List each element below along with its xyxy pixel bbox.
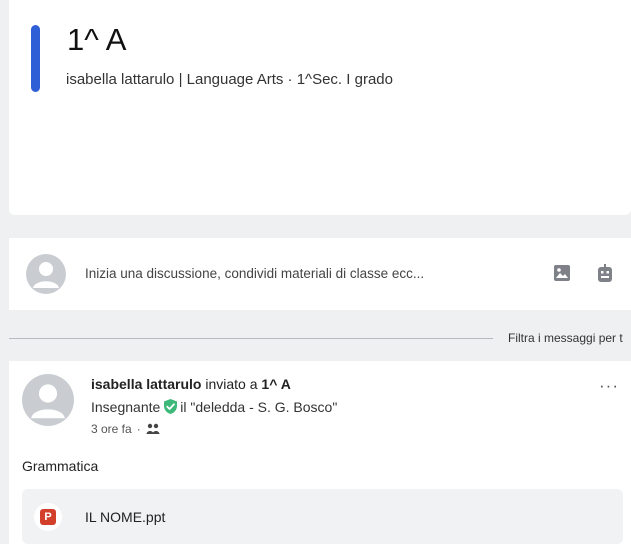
author-role: Insegnante — [91, 398, 161, 415]
post-time: 3 ore fa — [91, 422, 132, 436]
post-target[interactable]: 1^ A — [261, 376, 290, 392]
post-role-line: Insegnante il "deledda - S. G. Bosco" — [91, 398, 337, 415]
user-avatar — [26, 254, 66, 294]
filter-messages-link[interactable]: Filtra i messaggi per t — [508, 331, 623, 345]
image-icon[interactable] — [552, 263, 572, 283]
more-options-icon[interactable]: ··· — [599, 376, 619, 396]
class-subtitle: isabella lattarulo | Language Arts · 1^S… — [66, 71, 393, 88]
attachment-name[interactable]: IL NOME.ppt — [85, 509, 165, 525]
post-composer[interactable]: Inizia una discussione, condividi materi… — [9, 238, 631, 310]
robot-icon[interactable] — [595, 263, 615, 283]
author-school: il "deledda - S. G. Bosco" — [180, 398, 338, 415]
filter-divider — [9, 338, 493, 339]
post-text: Grammatica — [22, 458, 99, 474]
powerpoint-icon: P — [40, 509, 56, 525]
post-header: isabella lattarulo inviato a 1^ A — [91, 376, 291, 392]
post-card: isabella lattarulo inviato a 1^ A Insegn… — [9, 361, 631, 544]
class-accent-bar — [31, 25, 40, 92]
avatar-placeholder-icon — [31, 384, 65, 419]
class-header-card: 1^ A isabella lattarulo | Language Arts … — [9, 0, 631, 215]
avatar-placeholder-icon — [33, 262, 59, 288]
post-meta: 3 ore fa · — [91, 422, 160, 436]
attachment-icon-container: P — [34, 503, 62, 531]
author-avatar[interactable] — [22, 374, 74, 426]
people-icon — [146, 423, 160, 435]
attachment-item[interactable]: P IL NOME.ppt — [22, 489, 623, 544]
class-title: 1^ A — [67, 22, 127, 57]
post-author[interactable]: isabella lattarulo — [91, 376, 201, 392]
post-action: inviato a — [205, 376, 258, 392]
composer-input[interactable]: Inizia una discussione, condividi materi… — [85, 266, 424, 281]
meta-separator: · — [136, 422, 141, 436]
verified-icon — [162, 398, 179, 415]
